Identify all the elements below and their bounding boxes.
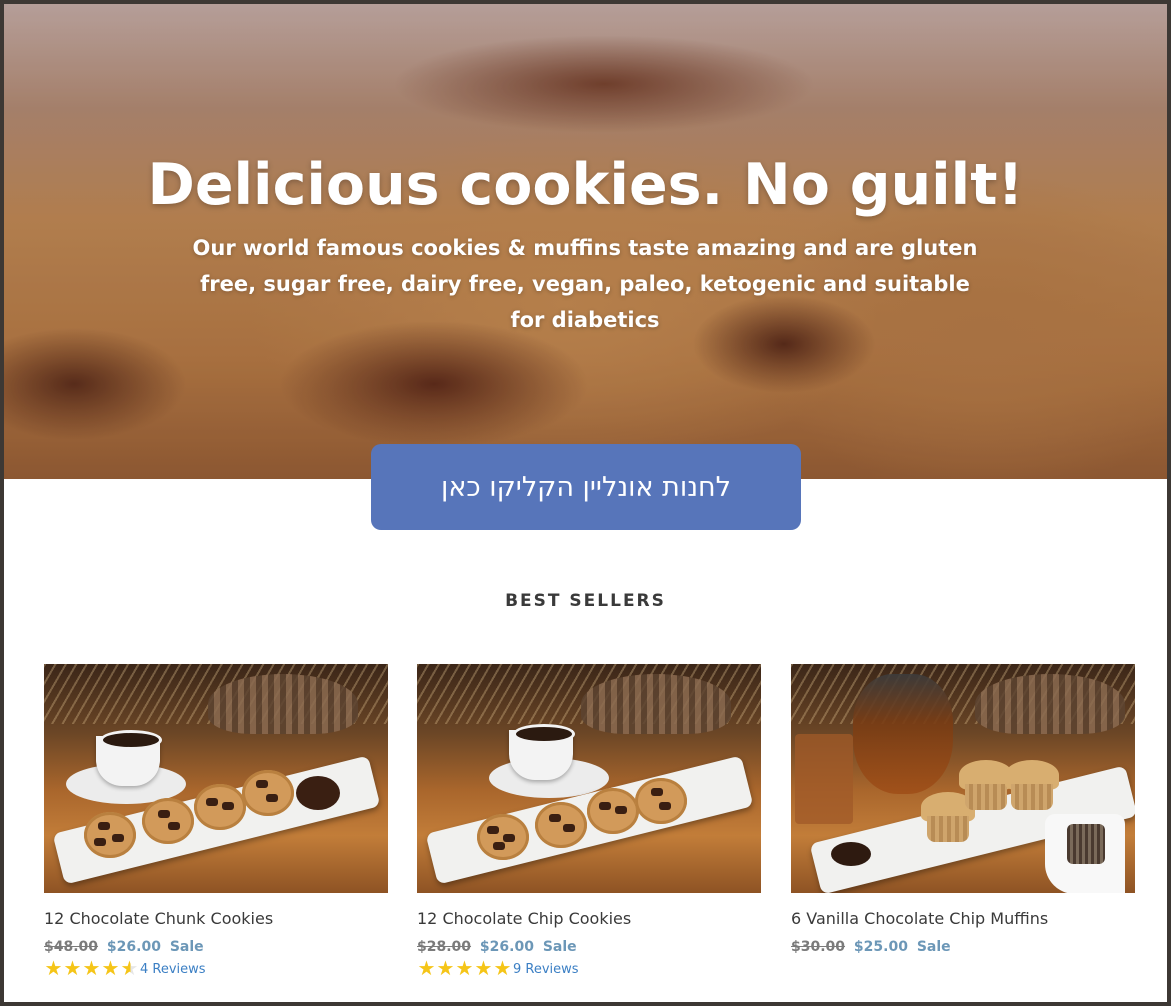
product-price: $30.00 $25.00 Sale — [791, 938, 1135, 956]
sale-price: $26.00 — [106, 939, 161, 955]
sale-label: Sale — [542, 939, 577, 955]
product-card-vanilla-muffins[interactable]: 6 Vanilla Chocolate Chip Muffins $30.00 … — [791, 664, 1135, 956]
best-sellers-title: BEST SELLERS — [505, 591, 666, 611]
hero-title: Delicious cookies. No guilt! — [147, 152, 1024, 218]
star-icon: ★ — [44, 957, 63, 980]
product-image-chocolate-chunk[interactable] — [44, 664, 388, 893]
original-price: $30.00 — [791, 939, 846, 955]
product-image-chocolate-chip[interactable] — [417, 664, 761, 893]
shop-online-button[interactable]: לחנות אונליין הקליקו כאן — [371, 444, 801, 530]
product-card-chocolate-chip[interactable]: 12 Chocolate Chip Cookies $28.00 $26.00 … — [417, 664, 761, 979]
star-half-icon: ★ — [120, 957, 139, 980]
product-image-vanilla-muffins[interactable] — [791, 664, 1135, 893]
hero-subtitle: Our world famous cookies & muffins taste… — [192, 236, 978, 332]
star-icon: ★ — [417, 957, 436, 980]
page: Delicious cookies. No guilt! Our world f… — [4, 4, 1167, 1002]
reviews-link[interactable]: 4 Reviews — [140, 962, 206, 977]
sale-price: $26.00 — [479, 939, 534, 955]
star-icon: ★ — [82, 957, 101, 980]
original-price: $48.00 — [44, 939, 99, 955]
product-name[interactable]: 12 Chocolate Chip Cookies — [417, 909, 761, 929]
rating-stars: ★ ★ ★ ★ ★ — [417, 957, 512, 980]
hero-banner: Delicious cookies. No guilt! Our world f… — [4, 4, 1167, 479]
star-icon: ★ — [493, 957, 512, 980]
star-icon: ★ — [436, 957, 455, 980]
product-card-chocolate-chunk[interactable]: 12 Chocolate Chunk Cookies $48.00 $26.00… — [44, 664, 388, 979]
star-icon: ★ — [101, 957, 120, 980]
sale-label: Sale — [169, 939, 204, 955]
star-icon: ★ — [63, 957, 82, 980]
star-icon: ★ — [455, 957, 474, 980]
rating-stars: ★ ★ ★ ★ ★ — [44, 957, 139, 980]
product-price: $48.00 $26.00 Sale — [44, 938, 388, 956]
product-price: $28.00 $26.00 Sale — [417, 938, 761, 956]
product-rating: ★ ★ ★ ★ ★ 4 Reviews — [44, 959, 388, 979]
product-rating: ★ ★ ★ ★ ★ 9 Reviews — [417, 959, 761, 979]
star-icon: ★ — [474, 957, 493, 980]
product-name[interactable]: 6 Vanilla Chocolate Chip Muffins — [791, 909, 1135, 929]
sale-label: Sale — [916, 939, 951, 955]
original-price: $28.00 — [417, 939, 472, 955]
reviews-link[interactable]: 9 Reviews — [513, 962, 579, 977]
product-name[interactable]: 12 Chocolate Chunk Cookies — [44, 909, 388, 929]
sale-price: $25.00 — [853, 939, 908, 955]
